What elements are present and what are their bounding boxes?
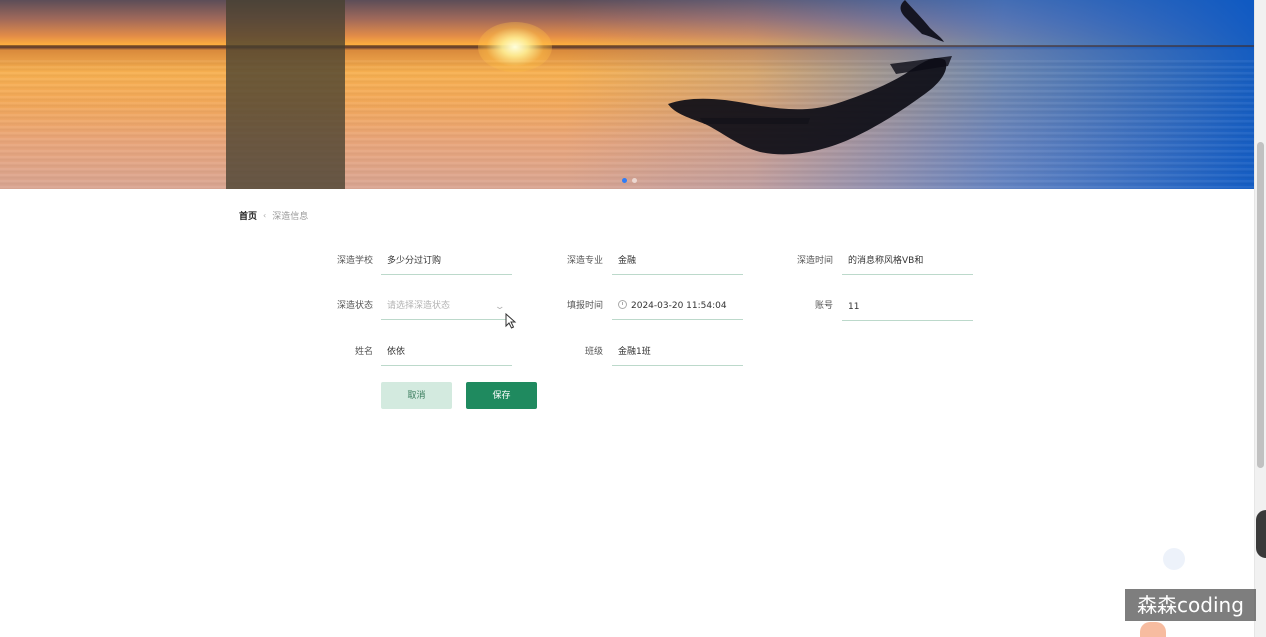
account-label: 账号: [814, 301, 833, 311]
field-status: 深造状态 请选择深造状态 ⌄: [333, 299, 513, 323]
carousel-indicators: [622, 178, 637, 183]
time-label: 深造时间: [796, 256, 833, 266]
field-school: 深造学校 多少分过订购: [333, 254, 513, 278]
name-input[interactable]: 依依: [381, 344, 512, 366]
scrollbar-thumb[interactable]: [1257, 142, 1264, 468]
breadcrumb: 首页 ‹ 深造信息: [239, 209, 308, 222]
status-select[interactable]: 请选择深造状态 ⌄: [381, 298, 512, 320]
field-class: 班级 金融1班: [563, 345, 743, 369]
major-label: 深造专业: [566, 256, 603, 266]
fill-time-label: 填报时间: [566, 301, 603, 311]
status-placeholder: 请选择深造状态: [387, 301, 451, 311]
major-input[interactable]: 金融: [612, 253, 743, 275]
corner-decoration: [1140, 622, 1166, 637]
school-input[interactable]: 多少分过订购: [381, 253, 512, 275]
field-time: 深造时间 的消息称风格VB和: [793, 254, 973, 278]
name-label: 姓名: [354, 347, 373, 357]
back-to-top-icon[interactable]: [1163, 548, 1185, 570]
watermark: 森森coding: [1125, 589, 1256, 621]
field-name: 姓名 依依: [333, 345, 513, 369]
class-input[interactable]: 金融1班: [612, 344, 743, 366]
banner-pillar: [226, 0, 345, 189]
banner-water: [0, 60, 1254, 189]
fill-time-value: 2024-03-20 11:54:04: [631, 301, 727, 311]
side-tab[interactable]: [1256, 510, 1266, 558]
carousel-dot-1[interactable]: [622, 178, 627, 183]
account-input[interactable]: 11: [842, 299, 973, 321]
field-account: 账号 11: [793, 299, 973, 323]
status-label: 深造状态: [336, 301, 373, 311]
field-fill-time: 填报时间 2024-03-20 11:54:04: [563, 299, 743, 323]
breadcrumb-separator-icon: ‹: [263, 211, 267, 220]
save-button[interactable]: 保存: [466, 382, 537, 409]
page: 首页 ‹ 深造信息 深造学校 多少分过订购 深造专业 金融 深造时间 的消息称风…: [0, 0, 1266, 637]
whale-silhouette-icon: [668, 0, 952, 155]
clock-icon: [618, 300, 627, 309]
banner-horizon: [0, 45, 1254, 47]
breadcrumb-home[interactable]: 首页: [239, 209, 257, 222]
time-input[interactable]: 的消息称风格VB和: [842, 253, 973, 275]
mouse-cursor-icon: [505, 313, 517, 329]
school-label: 深造学校: [336, 256, 373, 266]
field-major: 深造专业 金融: [563, 254, 743, 278]
carousel-dot-2[interactable]: [632, 178, 637, 183]
fill-time-input[interactable]: 2024-03-20 11:54:04: [612, 298, 743, 320]
cancel-button[interactable]: 取消: [381, 382, 452, 409]
class-label: 班级: [584, 347, 603, 357]
banner-carousel[interactable]: [0, 0, 1254, 189]
breadcrumb-current: 深造信息: [272, 212, 309, 222]
